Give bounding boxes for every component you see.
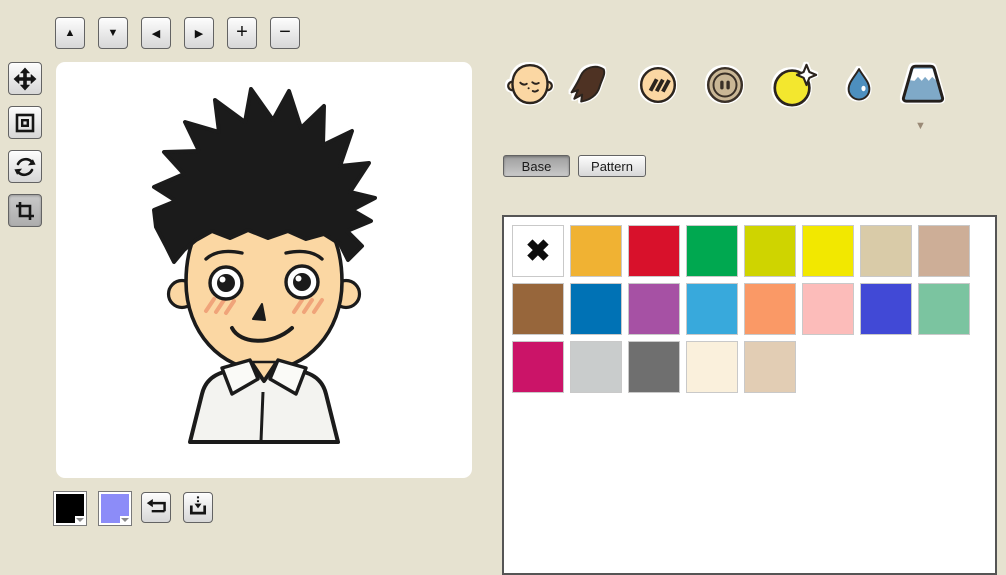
minus-icon: − — [279, 21, 291, 44]
water-drop-icon — [841, 63, 877, 112]
swatch-beige[interactable] — [860, 225, 912, 277]
swatch-pink[interactable] — [802, 283, 854, 335]
primary-color-swatch — [56, 494, 84, 523]
save-button[interactable] — [183, 492, 213, 523]
swatch-blue[interactable] — [570, 283, 622, 335]
avatar-illustration — [56, 62, 472, 478]
undo-arrow-icon — [145, 495, 167, 520]
swatch-magenta[interactable] — [512, 341, 564, 393]
triangle-left-icon: ◀ — [152, 27, 160, 40]
tab-base[interactable]: Base — [503, 155, 570, 177]
swatch-brown[interactable] — [512, 283, 564, 335]
swatch-yellow-green[interactable] — [744, 225, 796, 277]
swatch-green[interactable] — [686, 225, 738, 277]
swatch-yellow[interactable] — [802, 225, 854, 277]
category-background[interactable] — [896, 58, 950, 116]
color-palette-panel: ✖ — [502, 215, 997, 575]
swatch-sand[interactable] — [744, 341, 796, 393]
primary-color-well[interactable] — [53, 491, 87, 526]
secondary-color-well[interactable] — [98, 491, 132, 526]
crop-tool-button[interactable] — [8, 194, 42, 227]
button-eyes-icon — [702, 62, 748, 113]
drawing-canvas[interactable] — [56, 62, 472, 478]
nudge-left-button[interactable]: ◀ — [141, 17, 171, 49]
crop-icon — [13, 199, 37, 223]
nudge-right-button[interactable]: ▶ — [184, 17, 214, 49]
nested-squares-icon — [13, 111, 37, 135]
swatch-light-gray[interactable] — [570, 341, 622, 393]
swatch-sky-blue[interactable] — [686, 283, 738, 335]
secondary-color-swatch — [101, 494, 129, 523]
chevron-down-icon — [75, 516, 85, 524]
face-icon — [505, 61, 555, 114]
triangle-right-icon: ▶ — [195, 27, 203, 40]
swatch-orange[interactable] — [570, 225, 622, 277]
triangle-down-icon: ▼ — [108, 27, 119, 39]
swatch-tan[interactable] — [918, 225, 970, 277]
category-skin-color[interactable] — [767, 58, 821, 116]
palette-grid: ✖ — [504, 217, 978, 393]
category-hair[interactable] — [562, 58, 616, 116]
swatch-red[interactable] — [628, 225, 680, 277]
swatch-gray[interactable] — [628, 341, 680, 393]
zoom-out-button[interactable]: − — [270, 17, 300, 49]
nudge-up-button[interactable]: ▲ — [55, 17, 85, 49]
top-toolbar: ▲ ▼ ◀ ▶ + − — [55, 17, 300, 49]
chevron-down-icon — [120, 516, 130, 524]
swatch-salmon[interactable] — [744, 283, 796, 335]
swatch-sea-green[interactable] — [918, 283, 970, 335]
scale-tool-button[interactable] — [8, 106, 42, 139]
swatch-cream[interactable] — [686, 341, 738, 393]
swatch-purple[interactable] — [628, 283, 680, 335]
sun-sparkle-icon — [769, 60, 819, 115]
hair-icon — [567, 61, 611, 114]
selected-category-indicator: ▼ — [915, 121, 926, 132]
zoom-in-button[interactable]: + — [227, 17, 257, 49]
mountain-icon — [895, 62, 951, 113]
rotate-icon — [13, 155, 37, 179]
undo-button[interactable] — [141, 492, 171, 523]
eyebrows-icon — [635, 62, 681, 113]
triangle-up-icon: ▲ — [65, 27, 76, 39]
category-face[interactable] — [503, 58, 557, 116]
save-tray-icon — [187, 495, 209, 521]
move-arrows-icon — [13, 67, 37, 91]
category-eyebrows[interactable] — [631, 58, 685, 116]
tab-pattern[interactable]: Pattern — [578, 155, 646, 177]
swatch-none[interactable]: ✖ — [512, 225, 564, 277]
category-water[interactable] — [832, 58, 886, 116]
category-eyes[interactable] — [698, 58, 752, 116]
plus-icon: + — [236, 21, 248, 44]
rotate-tool-button[interactable] — [8, 150, 42, 183]
swatch-indigo[interactable] — [860, 283, 912, 335]
move-tool-button[interactable] — [8, 62, 42, 95]
nudge-down-button[interactable]: ▼ — [98, 17, 128, 49]
